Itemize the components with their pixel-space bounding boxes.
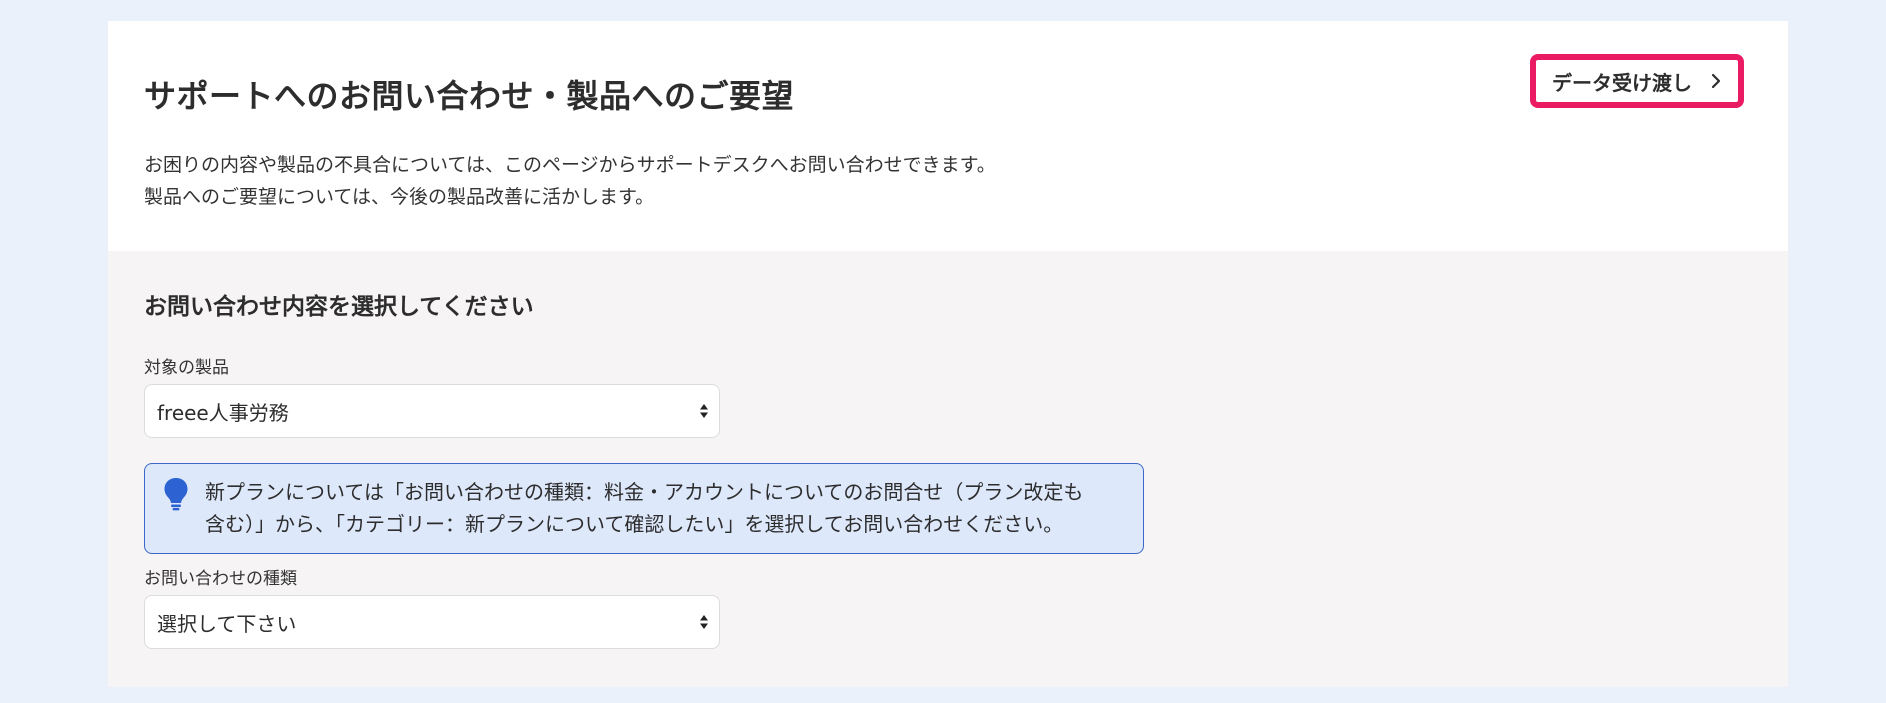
chevron-right-icon [1708, 73, 1724, 89]
product-label: 対象の製品 [144, 358, 229, 378]
notice-line: 新プランについては「お問い合わせの種類：料金・アカウントについてのお問合せ（プラ… [205, 480, 1084, 504]
data-handoff-button-label: データ受け渡し [1552, 70, 1692, 95]
inquiry-type-label: お問い合わせの種類 [144, 569, 297, 589]
product-select-value: freee人事労務 [157, 400, 289, 425]
select-arrows-icon [699, 402, 709, 420]
inquiry-type-select-value: 選択して下さい [157, 611, 297, 636]
intro-line: お困りの内容や製品の不具合については、このページからサポートデスクへお問い合わせ… [144, 154, 996, 176]
new-plan-notice: 新プランについては「お問い合わせの種類：料金・アカウントについてのお問合せ（プラ… [144, 463, 1144, 554]
intro-line: 製品へのご要望については、今後の製品改善に活かします。 [144, 186, 655, 208]
section-title: お問い合わせ内容を選択してください [144, 294, 534, 320]
intro-text: お困りの内容や製品の不具合については、このページからサポートデスクへお問い合わせ… [144, 149, 996, 213]
page-title: サポートへのお問い合わせ・製品へのご要望 [144, 77, 795, 115]
page-header: サポートへのお問い合わせ・製品へのご要望 データ受け渡し お困りの内容や製品の不… [108, 21, 1788, 251]
support-card: サポートへのお問い合わせ・製品へのご要望 データ受け渡し お困りの内容や製品の不… [108, 21, 1788, 687]
lightbulb-icon [163, 477, 189, 511]
select-arrows-icon [699, 613, 709, 631]
inquiry-form: お問い合わせ内容を選択してください 対象の製品 freee人事労務 新プランにつ… [108, 251, 1788, 687]
data-handoff-button[interactable]: データ受け渡し [1530, 54, 1744, 108]
product-select[interactable]: freee人事労務 [144, 384, 720, 438]
notice-line: 含む）」から、「カテゴリー：新プランについて確認したい」を選択してお問い合わせく… [205, 512, 1064, 536]
inquiry-type-select[interactable]: 選択して下さい [144, 595, 720, 649]
